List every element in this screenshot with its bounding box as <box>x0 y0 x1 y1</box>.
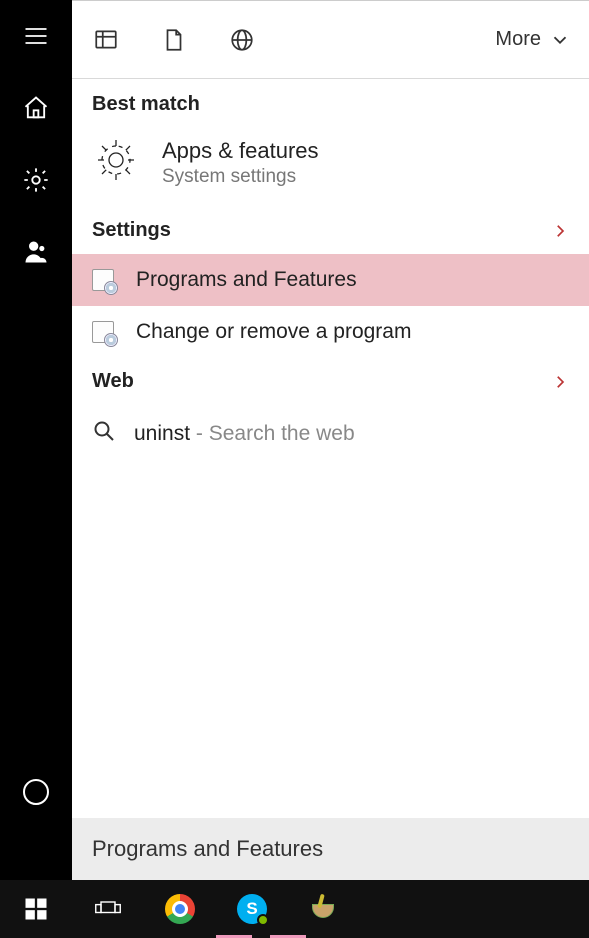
result-label: Programs and Features <box>136 268 357 292</box>
cortana-button[interactable] <box>0 756 72 828</box>
globe-filter-icon <box>229 27 255 53</box>
taskbar-app-chrome[interactable] <box>144 880 216 938</box>
result-programs-and-features[interactable]: Programs and Features <box>72 254 589 306</box>
web-search-suggestion[interactable]: uninst - Search the web <box>72 405 589 463</box>
user-rail-button[interactable] <box>0 216 72 288</box>
paint-icon <box>309 894 339 924</box>
settings-rail-button[interactable] <box>0 144 72 216</box>
section-web-header[interactable]: Web <box>72 358 589 405</box>
windows-start-icon <box>22 895 50 923</box>
search-results-panel: More Best match Apps & features System s… <box>72 0 589 938</box>
result-change-or-remove[interactable]: Change or remove a program <box>72 306 589 358</box>
filter-documents-button[interactable] <box>158 24 190 56</box>
taskbar-app-paint[interactable] <box>288 880 360 938</box>
programs-features-icon <box>92 269 114 291</box>
taskbar: S <box>0 880 589 938</box>
settings-label: Settings <box>92 219 171 242</box>
gear-large-icon <box>92 136 140 189</box>
search-icon <box>92 419 116 449</box>
start-menu-rail <box>0 0 72 938</box>
chrome-icon <box>165 894 195 924</box>
search-input-area[interactable] <box>72 818 589 880</box>
task-view-button[interactable] <box>72 880 144 938</box>
chevron-right-icon <box>551 222 569 240</box>
result-label: Change or remove a program <box>136 320 411 344</box>
user-icon <box>22 238 50 266</box>
filter-apps-button[interactable] <box>90 24 122 56</box>
gear-icon <box>22 166 50 194</box>
best-match-title: Apps & features <box>162 138 319 164</box>
best-match-subtitle: System settings <box>162 166 319 188</box>
filter-more-button[interactable]: More <box>495 28 571 51</box>
skype-icon: S <box>237 894 267 924</box>
search-input[interactable] <box>92 836 569 862</box>
chevron-right-icon <box>551 373 569 391</box>
programs-features-icon <box>92 321 114 343</box>
apps-filter-icon <box>93 27 119 53</box>
cortana-ring-icon <box>23 779 49 805</box>
hamburger-menu-button[interactable] <box>0 0 72 72</box>
start-button[interactable] <box>0 880 72 938</box>
home-button[interactable] <box>0 72 72 144</box>
taskbar-app-skype[interactable]: S <box>216 880 288 938</box>
best-match-item[interactable]: Apps & features System settings <box>72 126 589 207</box>
web-label: Web <box>92 370 134 393</box>
section-settings-header[interactable]: Settings <box>72 207 589 254</box>
filter-bar: More <box>72 1 589 79</box>
home-icon <box>22 94 50 122</box>
section-best-match: Best match <box>72 79 589 126</box>
task-view-icon <box>94 895 122 923</box>
chevron-down-icon <box>549 29 571 51</box>
document-filter-icon <box>161 27 187 53</box>
more-label: More <box>495 28 541 51</box>
web-hint-text: - Search the web <box>190 422 355 445</box>
filter-web-button[interactable] <box>226 24 258 56</box>
hamburger-icon <box>22 22 50 50</box>
web-query-text: uninst <box>134 422 190 445</box>
